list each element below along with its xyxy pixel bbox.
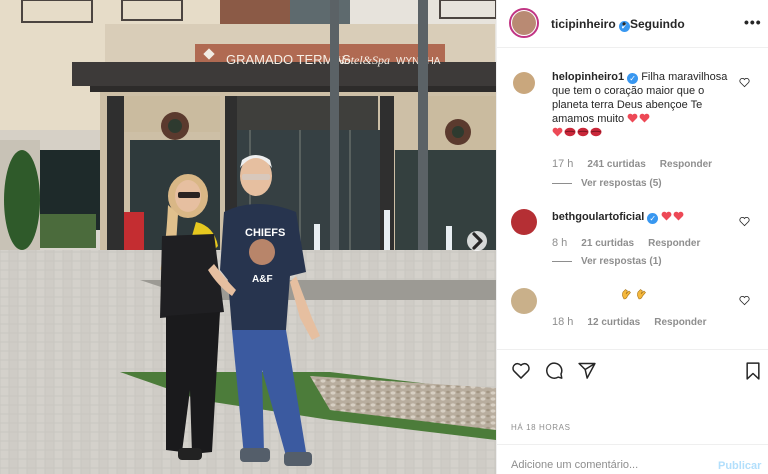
verified-badge-icon: ✓ [647,213,659,224]
author-username: ticipinheiro [551,17,616,31]
add-comment-bar: Publicar [497,444,768,474]
reply-button[interactable]: Responder [654,317,706,328]
comment-avatar[interactable] [513,72,535,94]
emoji-row [552,127,603,139]
view-replies-button[interactable]: Ver respostas (5) [552,178,662,189]
author-avatar[interactable] [509,8,539,38]
more-options-icon[interactable]: ••• [744,14,762,30]
comment-avatar[interactable] [511,209,537,235]
post-timestamp[interactable]: HÁ 18 HORAS [511,423,571,432]
comment-body: helopinheiro1 ✓ Filha maravilhosa que tem… [552,70,742,140]
comment-meta: 8 h 21 curtidas Responder [552,237,714,249]
heart-icon[interactable] [511,361,531,381]
comment-likes[interactable]: 12 curtidas [587,317,640,328]
publish-button[interactable]: Publicar [718,460,761,472]
comment-likes[interactable]: 241 curtidas [587,159,645,170]
post-photo[interactable]: GRAMADO TERMAS Hotel&Spa WYNDHA [0,0,496,474]
post-actions-bar [497,349,768,409]
comment-meta: 17 h 241 curtidas Responder [552,158,726,170]
photo-scene: GRAMADO TERMAS Hotel&Spa WYNDHA [0,0,496,474]
comment-body: bethgoulartoficial ✓ [552,210,742,224]
view-replies-button[interactable]: Ver respostas (1) [552,256,662,267]
carousel-next-button[interactable] [467,231,487,251]
bookmark-icon[interactable] [743,361,763,381]
view-replies-label: Ver respostas (1) [581,256,662,267]
author-username-link[interactable]: ticipinheiro ✓ [551,17,630,32]
reply-button[interactable]: Responder [648,238,700,249]
comment-input[interactable] [511,459,701,471]
comment-like-heart-icon[interactable] [739,77,750,88]
comment-username[interactable]: bethgoulartoficial [552,211,644,223]
share-icon[interactable] [577,361,597,381]
comment-time[interactable]: 8 h [552,237,567,249]
verified-badge-icon: ✓ [627,73,639,84]
header-separator: • [622,17,627,31]
view-replies-label: Ver respostas (5) [581,178,662,189]
heart-emoji [661,211,685,223]
comment-avatar[interactable] [511,288,537,314]
heart-emoji [627,113,651,125]
reply-button[interactable]: Responder [660,159,712,170]
comment-likes[interactable]: 21 curtidas [581,238,634,249]
comment-like-heart-icon[interactable] [739,295,750,306]
comment-like-heart-icon[interactable] [739,216,750,227]
comment-time[interactable]: 17 h [552,158,573,170]
chevron-right-icon [472,232,483,250]
comment-meta: 18 h 12 curtidas Responder [552,316,720,328]
comment-time[interactable]: 18 h [552,316,573,328]
instagram-post: GRAMADO TERMAS Hotel&Spa WYNDHA [0,0,768,474]
post-side-panel: ticipinheiro ✓ • Seguindo ••• helopinheir… [496,0,768,474]
comment-username[interactable]: helopinheiro1 [552,71,624,83]
shirt-print-line1: CHIEFS [245,227,285,239]
shirt-print-line2: A&F [252,274,273,285]
comment-icon[interactable] [544,361,564,381]
post-header: ticipinheiro ✓ • Seguindo ••• [497,0,768,48]
hotel-sign-script: Hotel&Spa [335,53,390,67]
follow-status-button[interactable]: Seguindo [630,17,685,31]
clap-emoji [621,289,651,301]
